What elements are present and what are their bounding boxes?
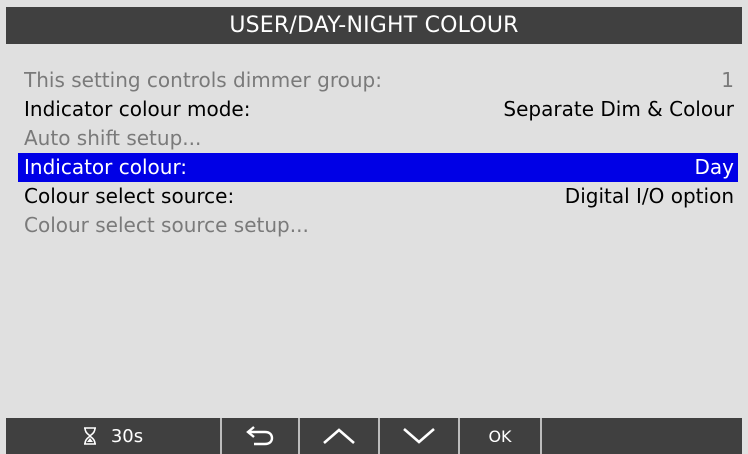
menu-item-colour-select-source[interactable]: Colour select source: Digital I/O option bbox=[18, 182, 738, 211]
menu-item-colour-select-source-setup: Colour select source setup... bbox=[18, 211, 738, 240]
timeout-indicator: 30s bbox=[6, 418, 222, 454]
menu-item-label: Indicator colour: bbox=[24, 155, 188, 179]
down-button[interactable] bbox=[380, 418, 460, 454]
menu-item-label: Colour select source: bbox=[24, 184, 235, 208]
menu-item-dimmer-group: This setting controls dimmer group: 1 bbox=[18, 66, 738, 95]
menu-item-value: Separate Dim & Colour bbox=[503, 97, 734, 121]
back-button[interactable] bbox=[222, 418, 300, 454]
menu-item-indicator-colour-mode[interactable]: Indicator colour mode: Separate Dim & Co… bbox=[18, 95, 738, 124]
menu-item-value: 1 bbox=[721, 68, 734, 92]
menu-item-auto-shift-setup: Auto shift setup... bbox=[18, 124, 738, 153]
ok-button[interactable]: OK bbox=[460, 418, 542, 454]
menu-item-indicator-colour[interactable]: Indicator colour: Day bbox=[18, 153, 738, 182]
up-button[interactable] bbox=[300, 418, 380, 454]
chevron-up-icon bbox=[321, 426, 357, 446]
softkey-empty bbox=[542, 418, 742, 454]
menu-item-label: Auto shift setup... bbox=[24, 126, 202, 150]
page-title: USER/DAY-NIGHT COLOUR bbox=[6, 7, 742, 44]
settings-menu: This setting controls dimmer group: 1 In… bbox=[18, 66, 738, 240]
menu-item-value: Day bbox=[694, 155, 735, 179]
menu-item-label: Colour select source setup... bbox=[24, 213, 309, 237]
menu-item-label: This setting controls dimmer group: bbox=[24, 68, 382, 92]
menu-item-value: Digital I/O option bbox=[564, 184, 734, 208]
screen: USER/DAY-NIGHT COLOUR This setting contr… bbox=[0, 0, 748, 454]
softkey-bar: 30s OK bbox=[6, 418, 742, 454]
back-arrow-icon bbox=[245, 426, 275, 446]
timeout-text: 30s bbox=[110, 425, 144, 447]
chevron-down-icon bbox=[401, 426, 437, 446]
menu-item-label: Indicator colour mode: bbox=[24, 97, 251, 121]
hourglass-icon bbox=[83, 427, 97, 445]
